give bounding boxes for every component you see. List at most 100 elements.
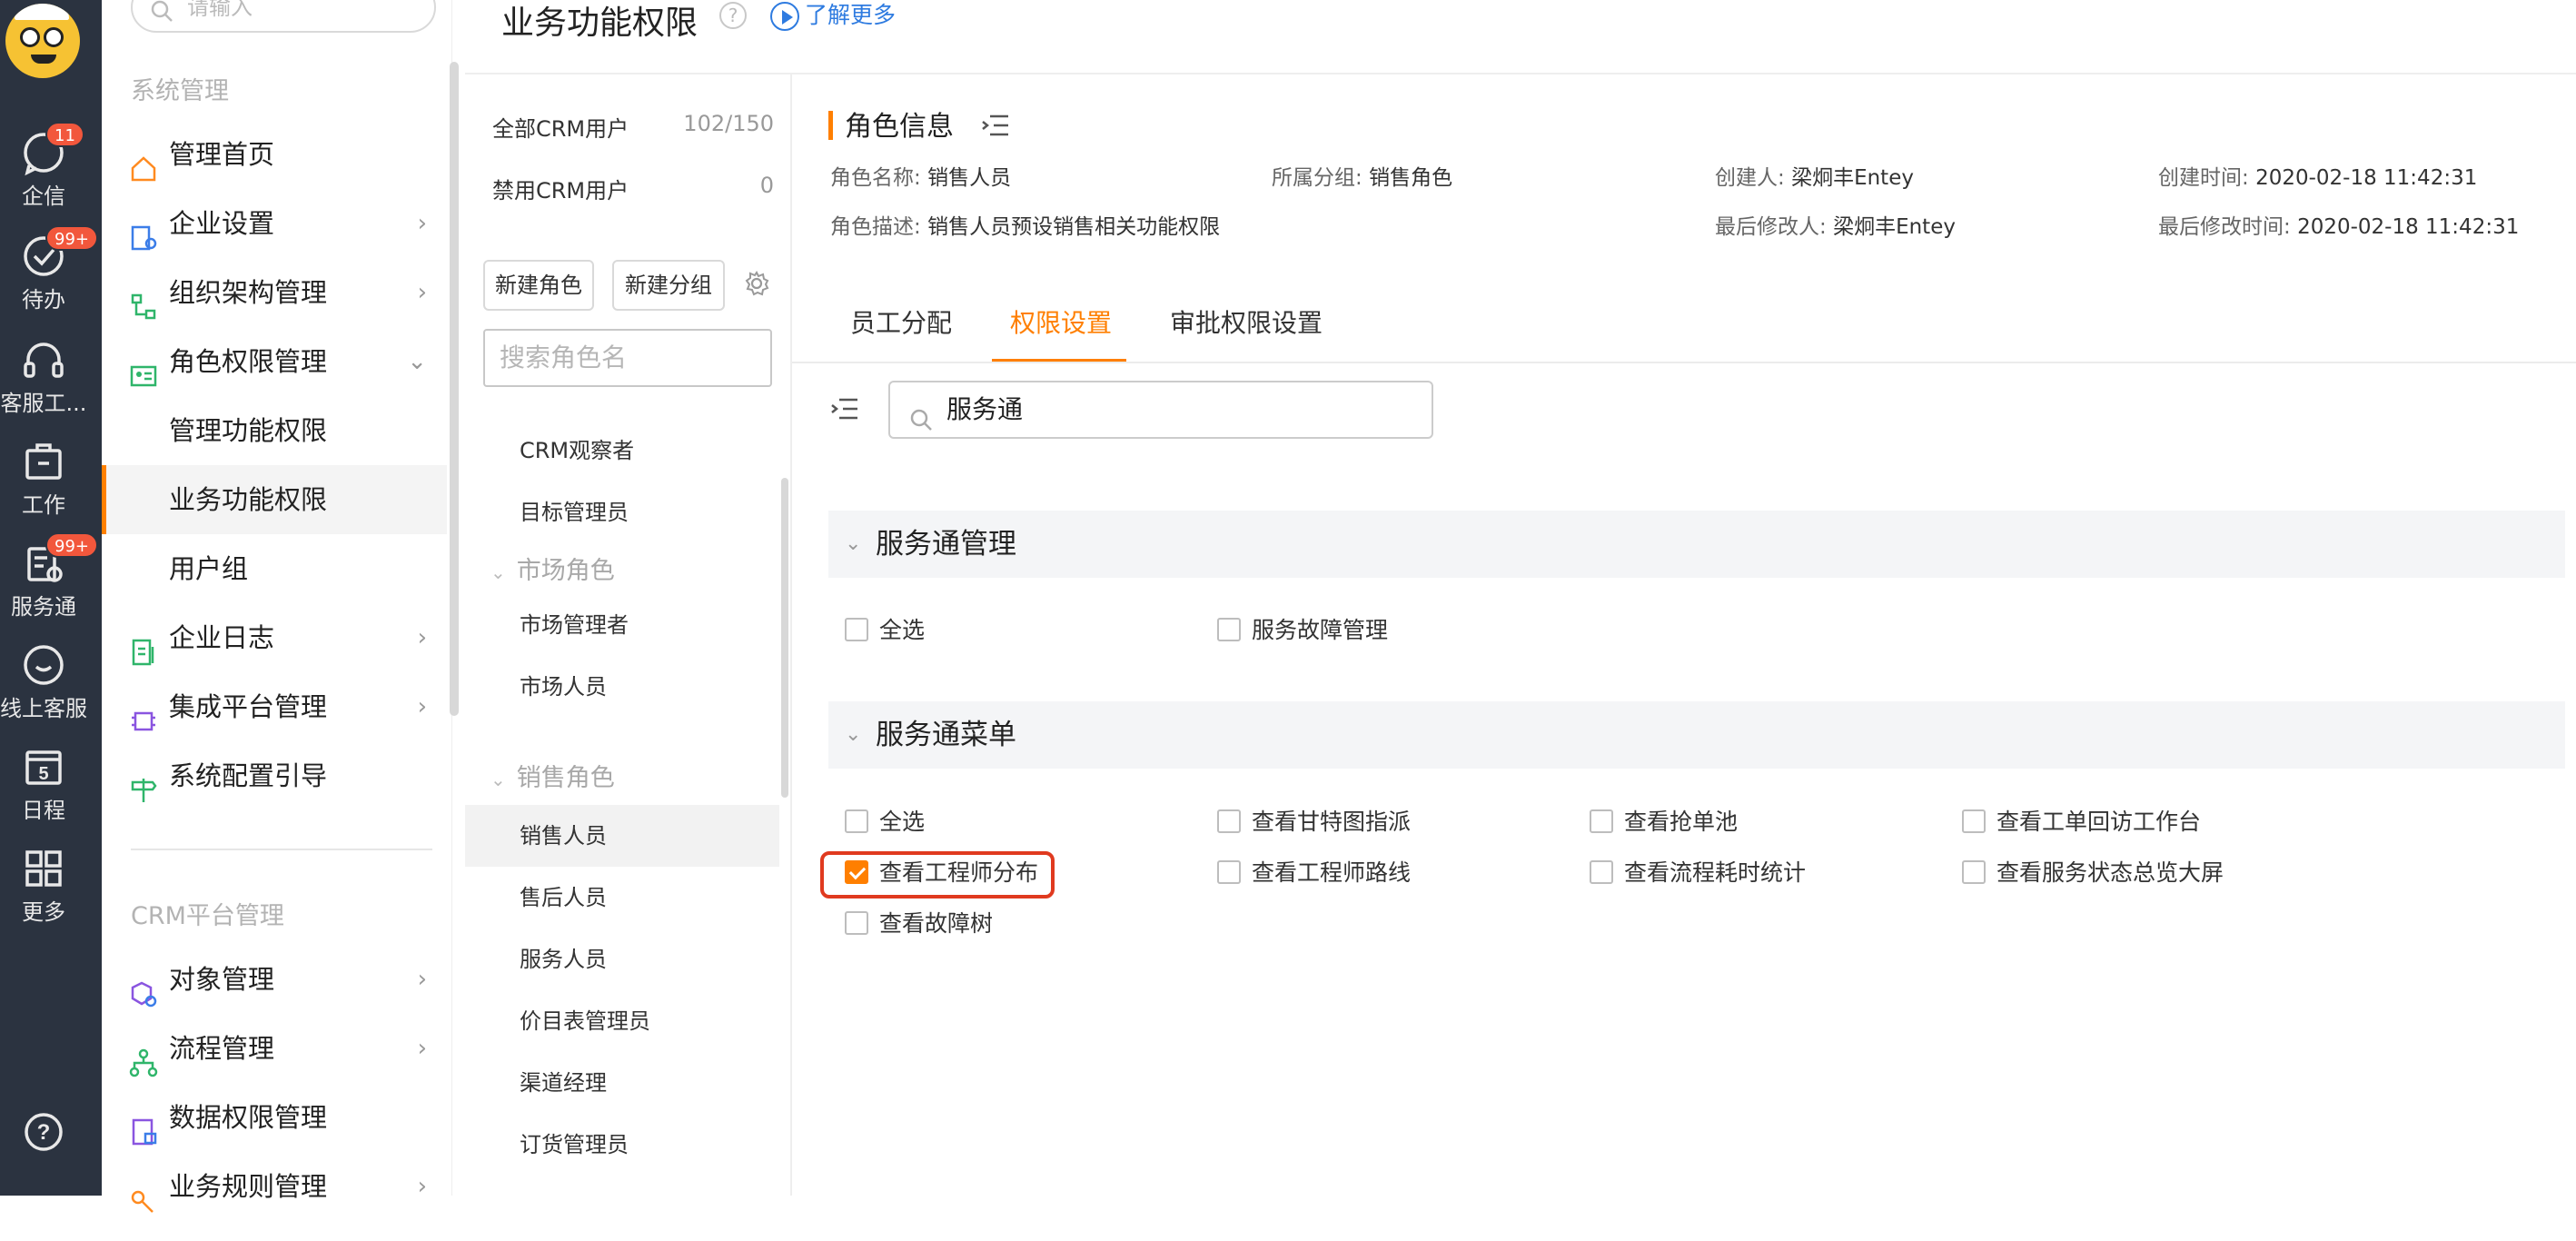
org-tree-icon	[129, 278, 158, 320]
modified-time-info: 最后修改时间: 2020-02-18 11:42:31	[2158, 209, 2519, 240]
checkbox-select-all[interactable]: 全选	[845, 808, 925, 837]
nav-item-integration-platform[interactable]: 集成平台管理 ›	[102, 672, 447, 741]
role-item[interactable]: 订货管理员	[465, 1114, 779, 1176]
rail-item-service[interactable]: 服务通 99+	[0, 532, 98, 630]
nav-item-process-management[interactable]: 流程管理 ›	[102, 1014, 447, 1083]
role-group-sales[interactable]: ⌄ 销售角色	[490, 758, 615, 793]
role-description-value: 销售人员预设销售相关功能权限	[927, 215, 1221, 239]
section-service-menu[interactable]: ⌄ 服务通菜单	[828, 701, 2565, 769]
rail-label: 企信	[22, 184, 65, 209]
role-search-placeholder: 搜索角色名	[500, 343, 628, 372]
role-item[interactable]: 价目表管理员	[465, 990, 779, 1052]
help-button[interactable]: ?	[0, 1108, 87, 1156]
rail-item-customer-service[interactable]: 客服工...	[0, 336, 87, 427]
role-list-scrollbar[interactable]	[781, 478, 788, 798]
checkbox-revisit-workbench[interactable]: 查看工单回访工作台	[1962, 808, 2201, 837]
checkbox-label: 查看流程耗时统计	[1624, 859, 1807, 886]
checkbox-process-time-stats[interactable]: 查看流程耗时统计	[1590, 859, 1806, 888]
checkbox-service-status-screen[interactable]: 查看服务状态总览大屏	[1962, 859, 2224, 888]
role-item[interactable]: 目标管理员	[465, 482, 779, 543]
nav-item-admin-home[interactable]: 管理首页	[102, 120, 447, 189]
nav-item-business-function-permissions[interactable]: 业务功能权限	[102, 465, 447, 534]
log-document-icon	[129, 623, 158, 666]
checkbox-service-fault-management[interactable]: 服务故障管理	[1217, 616, 1388, 645]
created-time-label: 创建时间:	[2158, 166, 2249, 190]
tab-approval-permission-settings[interactable]: 审批权限设置	[1170, 303, 1323, 340]
role-item[interactable]: 市场人员	[465, 656, 779, 718]
nav-section-title: CRM平台管理	[131, 902, 284, 930]
checkbox-gantt-dispatch[interactable]: 查看甘特图指派	[1217, 808, 1411, 837]
nav-item-label: 组织架构管理	[169, 277, 328, 308]
checkbox-box[interactable]	[1590, 809, 1613, 833]
role-item[interactable]: 售后人员	[465, 867, 779, 928]
rail-item-todo[interactable]: 待办 99+	[0, 225, 98, 323]
list-collapse-icon[interactable]	[981, 113, 1010, 142]
checkbox-box[interactable]	[845, 911, 868, 935]
checkbox-label: 查看工单回访工作台	[1996, 809, 2202, 835]
new-group-button[interactable]: 新建分组	[612, 260, 725, 311]
nav-item-admin-function-permissions[interactable]: 管理功能权限	[102, 396, 447, 465]
chevron-right-icon: ›	[417, 966, 427, 993]
checkbox-box[interactable]	[1590, 860, 1613, 884]
disabled-crm-users[interactable]: 禁用CRM用户 0	[492, 173, 774, 204]
rail-item-online-service[interactable]: 线上客服	[0, 641, 87, 732]
chip-icon	[129, 692, 158, 731]
role-item-selected[interactable]: 销售人员	[465, 805, 779, 867]
nav-scrollbar[interactable]	[450, 62, 459, 716]
service-badge: 99+	[45, 532, 98, 558]
all-crm-users[interactable]: 全部CRM用户 102/150	[492, 111, 774, 143]
new-role-button[interactable]: 新建角色	[483, 260, 594, 311]
nav-search-input[interactable]: 请输入	[131, 0, 436, 33]
role-group-market[interactable]: ⌄ 市场角色	[490, 551, 615, 586]
creator-value: 梁炯丰Entey	[1791, 166, 1914, 190]
all-crm-users-count: 102/150	[683, 111, 774, 136]
chevron-down-icon: ⌄	[845, 532, 862, 555]
checkbox-engineer-route[interactable]: 查看工程师路线	[1217, 859, 1411, 888]
nav-item-business-rules[interactable]: 业务规则管理 ›	[102, 1152, 447, 1221]
tab-permission-settings[interactable]: 权限设置	[1010, 303, 1112, 340]
nav-item-data-permissions[interactable]: 数据权限管理	[102, 1083, 447, 1152]
rail-item-more[interactable]: 更多	[0, 845, 87, 936]
role-search-input[interactable]: 搜索角色名	[483, 329, 772, 387]
checkbox-grab-order-pool[interactable]: 查看抢单池	[1590, 808, 1738, 837]
permission-search-input[interactable]: 服务通	[888, 381, 1433, 439]
nav-item-config-guide[interactable]: 系统配置引导	[102, 741, 447, 810]
role-item[interactable]: 市场管理者	[465, 594, 779, 656]
chevron-right-icon: ›	[417, 1035, 427, 1062]
nav-item-user-groups[interactable]: 用户组	[102, 534, 447, 603]
nav-item-org-structure[interactable]: 组织架构管理 ›	[102, 258, 447, 327]
role-description-info: 角色描述: 销售人员预设销售相关功能权限	[830, 209, 1220, 240]
role-item[interactable]: 服务人员	[465, 928, 779, 990]
gear-icon[interactable]	[743, 270, 770, 301]
checkbox-label: 查看故障树	[879, 910, 994, 937]
role-name-info: 角色名称: 销售人员	[830, 160, 1011, 191]
rail-item-qixin[interactable]: 企信 11	[0, 122, 87, 220]
checkbox-box[interactable]	[1962, 860, 1986, 884]
checkbox-box[interactable]	[845, 809, 868, 833]
nav-item-enterprise-settings[interactable]: 企业设置 ›	[102, 189, 447, 258]
rail-item-schedule[interactable]: 5 日程	[0, 743, 87, 834]
role-item[interactable]: 渠道经理	[465, 1052, 779, 1114]
nav-item-enterprise-log[interactable]: 企业日志 ›	[102, 603, 447, 672]
learn-more-link[interactable]: 了解更多	[770, 0, 896, 31]
checkbox-box[interactable]	[1217, 860, 1241, 884]
checkbox-box[interactable]	[1962, 809, 1986, 833]
checkbox-box[interactable]	[1217, 618, 1241, 641]
avatar-eye	[44, 27, 64, 47]
nav-section-title: 系统管理	[131, 77, 229, 105]
role-item[interactable]: CRM观察者	[465, 420, 779, 482]
modifier-value: 梁炯丰Entey	[1833, 215, 1956, 239]
tab-staff-assignment[interactable]: 员工分配	[850, 303, 952, 340]
created-time-value: 2020-02-18 11:42:31	[2255, 166, 2478, 190]
user-avatar[interactable]	[5, 4, 80, 78]
question-icon[interactable]: ?	[719, 2, 747, 29]
rail-item-work[interactable]: 工作	[0, 438, 87, 529]
checkbox-box[interactable]	[845, 618, 868, 641]
checkbox-box[interactable]	[1217, 809, 1241, 833]
nav-item-role-permissions[interactable]: 角色权限管理 ⌄	[102, 327, 447, 396]
expand-collapse-icon[interactable]	[830, 396, 859, 425]
checkbox-fault-tree[interactable]: 查看故障树	[845, 909, 993, 938]
checkbox-select-all[interactable]: 全选	[845, 616, 925, 645]
section-service-management[interactable]: ⌄ 服务通管理	[828, 511, 2565, 578]
nav-item-object-management[interactable]: 对象管理 ›	[102, 945, 447, 1014]
